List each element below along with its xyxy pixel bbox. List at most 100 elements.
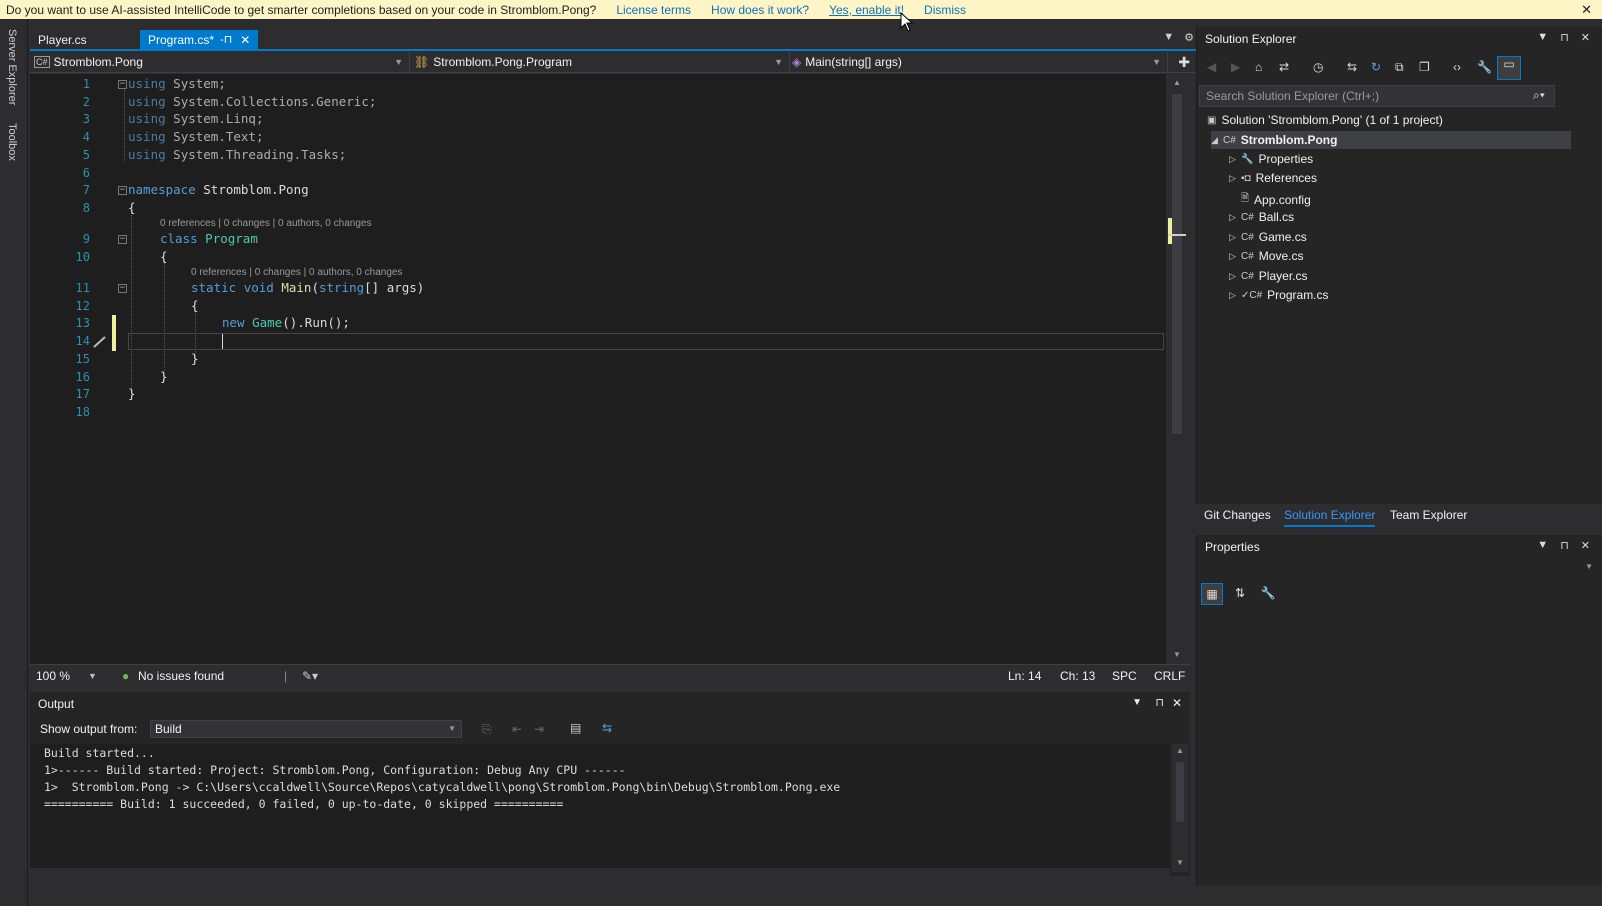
line-indicator[interactable]: Ln: 14 xyxy=(1008,669,1041,683)
pin-icon[interactable]: ⊓ xyxy=(1155,696,1164,709)
tab-program-cs[interactable]: Program.cs* -⊓ ✕ xyxy=(140,30,258,49)
scroll-down-icon[interactable]: ▼ xyxy=(1176,858,1184,867)
solution-explorer-search[interactable]: Search Solution Explorer (Ctrl+;) xyxy=(1199,85,1555,107)
pin-icon[interactable]: ⊓ xyxy=(1560,31,1569,44)
close-icon[interactable]: ✕ xyxy=(1581,31,1590,44)
split-editor-icon[interactable]: ✚ xyxy=(1178,54,1190,71)
toolbox-tab[interactable]: Toolbox xyxy=(6,123,18,161)
pin-icon[interactable]: ⊓ xyxy=(1560,539,1569,552)
tree-item-move-cs[interactable]: ▷ C# Move.cs xyxy=(1229,249,1303,263)
pending-changes-filter-icon[interactable]: ◷ xyxy=(1313,60,1329,76)
back-icon[interactable]: ◀ xyxy=(1207,60,1223,76)
side-tool-strip: Server Explorer Toolbox xyxy=(0,19,28,906)
zoom-level[interactable]: 100 % xyxy=(36,669,70,683)
tree-item-ball-cs[interactable]: ▷ C# Ball.cs xyxy=(1229,210,1294,224)
collapse-icon[interactable]: − xyxy=(118,235,127,244)
clear-all-icon[interactable]: ▤ xyxy=(570,721,581,735)
keyword-using: using xyxy=(128,111,166,126)
collapse-icon[interactable]: − xyxy=(118,284,127,293)
tree-item-properties[interactable]: ▷ 🔧 Properties xyxy=(1229,152,1313,166)
codelens-info[interactable]: 0 references | 0 changes | 0 authors, 0 … xyxy=(191,267,402,278)
sync-with-active-document-icon[interactable]: ⇆ xyxy=(1347,60,1363,76)
window-dropdown-icon[interactable]: ▼ xyxy=(1537,31,1548,44)
collapsed-icon: ▷ xyxy=(1229,211,1236,222)
whitespace-indicator[interactable]: SPC xyxy=(1112,669,1137,683)
member-dropdown[interactable]: ◈ Main(string[] args) ▼ xyxy=(792,52,1168,72)
categorized-icon[interactable]: ▦ xyxy=(1201,583,1223,605)
output-source-select[interactable]: Build ▼ xyxy=(150,720,462,738)
tree-solution[interactable]: ▣ Solution 'Stromblom.Pong' (1 of 1 proj… xyxy=(1205,113,1443,127)
close-tab-icon[interactable]: ✕ xyxy=(240,33,250,47)
output-title: Output xyxy=(38,697,75,711)
scrollbar-thumb[interactable] xyxy=(1176,762,1184,822)
enable-intellicode-link[interactable]: Yes, enable it! xyxy=(829,3,904,17)
switch-views-icon[interactable]: ⇄ xyxy=(1279,60,1295,76)
output-vertical-scrollbar[interactable]: ▲ ▼ xyxy=(1172,744,1188,872)
tree-item-player-cs[interactable]: ▷ C# Player.cs xyxy=(1229,269,1307,283)
scroll-up-icon[interactable]: ▲ xyxy=(1176,746,1184,755)
pin-icon[interactable]: -⊓ xyxy=(220,33,232,46)
dismiss-link[interactable]: Dismiss xyxy=(924,3,966,17)
keyword-string: string xyxy=(318,280,365,295)
home-icon[interactable]: ⌂ xyxy=(1255,60,1271,76)
object-selector-dropdown[interactable]: ▼ xyxy=(1199,559,1593,577)
next-message-icon[interactable]: ⇥ xyxy=(534,722,544,736)
tree-item-app-config[interactable]: 🗎 App.config xyxy=(1239,191,1311,208)
how-does-it-work-link[interactable]: How does it work? xyxy=(711,3,809,17)
code-editor[interactable]: 1 2 3 4 5 6 7 8 9 10 11 12 13 14 15 16 1… xyxy=(30,74,1166,664)
close-icon[interactable]: ✕ xyxy=(1581,539,1590,552)
alphabetical-icon[interactable]: ⇅ xyxy=(1229,583,1251,605)
show-all-files-icon[interactable]: ❐ xyxy=(1419,60,1435,76)
editor-vertical-scrollbar[interactable]: ▲ ▼ xyxy=(1166,74,1188,664)
tab-git-changes[interactable]: Git Changes xyxy=(1204,508,1271,522)
properties-panel: Properties ▼ ⊓ ✕ ▼ ▦ ⇅ 🔧 xyxy=(1196,535,1602,886)
window-dropdown-icon[interactable]: ▼ xyxy=(1537,539,1548,552)
preview-selected-items-icon[interactable]: ▭ xyxy=(1497,56,1521,80)
scroll-up-icon[interactable]: ▲ xyxy=(1173,78,1181,87)
server-explorer-tab[interactable]: Server Explorer xyxy=(6,29,18,105)
forward-icon[interactable]: ▶ xyxy=(1231,60,1247,76)
output-text-area[interactable]: Build started... 1>------ Build started:… xyxy=(30,744,1170,872)
issues-status[interactable]: No issues found xyxy=(138,669,224,683)
type-dropdown[interactable]: ⛓ Stromblom.Pong.Program ▼ xyxy=(414,52,790,72)
collapse-icon[interactable]: − xyxy=(118,80,127,89)
previous-message-icon[interactable]: ⇤ xyxy=(512,722,522,736)
using-target: System.Collections.Generic; xyxy=(173,94,377,109)
code-cleanup-icon[interactable]: ✎▾ xyxy=(302,669,318,683)
collapsed-icon: ▷ xyxy=(1229,153,1236,164)
search-icon[interactable]: ⌕▾ xyxy=(1533,88,1545,103)
view-code-icon[interactable]: ‹› xyxy=(1453,60,1469,76)
zoom-dropdown-icon[interactable]: ▼ xyxy=(88,671,97,681)
close-icon[interactable]: ✕ xyxy=(1172,696,1182,710)
window-dropdown-icon[interactable]: ▼ xyxy=(1132,697,1142,708)
keyword-using: using xyxy=(128,76,166,91)
scrollbar-thumb[interactable] xyxy=(1172,94,1182,434)
goto-message-icon[interactable]: ⎘ xyxy=(482,722,492,737)
project-dropdown[interactable]: C# Stromblom.Pong ▼ xyxy=(34,52,410,72)
collapse-icon[interactable]: − xyxy=(118,186,127,195)
line-ending-indicator[interactable]: CRLF xyxy=(1154,669,1185,683)
line-number-gutter: 1 2 3 4 5 6 7 8 9 10 11 12 13 14 15 16 1… xyxy=(30,74,128,664)
output-window: Output ▼ ⊓ ✕ Show output from: Build ▼ ⎘… xyxy=(30,692,1190,876)
property-pages-icon[interactable]: 🔧 xyxy=(1257,583,1279,605)
scroll-down-icon[interactable]: ▼ xyxy=(1173,650,1181,659)
tree-project[interactable]: ◢ C# Stromblom.Pong xyxy=(1211,131,1571,149)
tab-player-cs[interactable]: Player.cs xyxy=(30,30,130,49)
tree-label: Solution 'Stromblom.Pong' (1 of 1 projec… xyxy=(1221,113,1443,127)
tab-list-dropdown-icon[interactable]: ▼ xyxy=(1163,31,1174,44)
properties-wrench-icon[interactable]: 🔧 xyxy=(1477,60,1493,76)
tree-item-game-cs[interactable]: ▷ C# Game.cs xyxy=(1229,230,1307,244)
tab-team-explorer[interactable]: Team Explorer xyxy=(1390,508,1467,522)
collapse-all-icon[interactable]: ⧉ xyxy=(1395,60,1411,76)
license-terms-link[interactable]: License terms xyxy=(616,3,691,17)
refresh-icon[interactable]: ↻ xyxy=(1371,60,1387,76)
tree-item-program-cs[interactable]: ▷ ✓C# Program.cs xyxy=(1229,288,1329,302)
codelens-info[interactable]: 0 references | 0 changes | 0 authors, 0 … xyxy=(160,218,371,229)
tree-item-references[interactable]: ▷ ▪◘ References xyxy=(1229,171,1317,185)
word-wrap-icon[interactable]: ⇆ xyxy=(602,721,612,735)
infobar-close-icon[interactable]: ✕ xyxy=(1581,2,1592,18)
output-horizontal-scrollbar[interactable] xyxy=(30,868,1170,876)
column-indicator[interactable]: Ch: 13 xyxy=(1060,669,1095,683)
tab-solution-explorer[interactable]: Solution Explorer xyxy=(1284,508,1376,527)
settings-gear-icon[interactable]: ⚙ xyxy=(1184,31,1194,44)
